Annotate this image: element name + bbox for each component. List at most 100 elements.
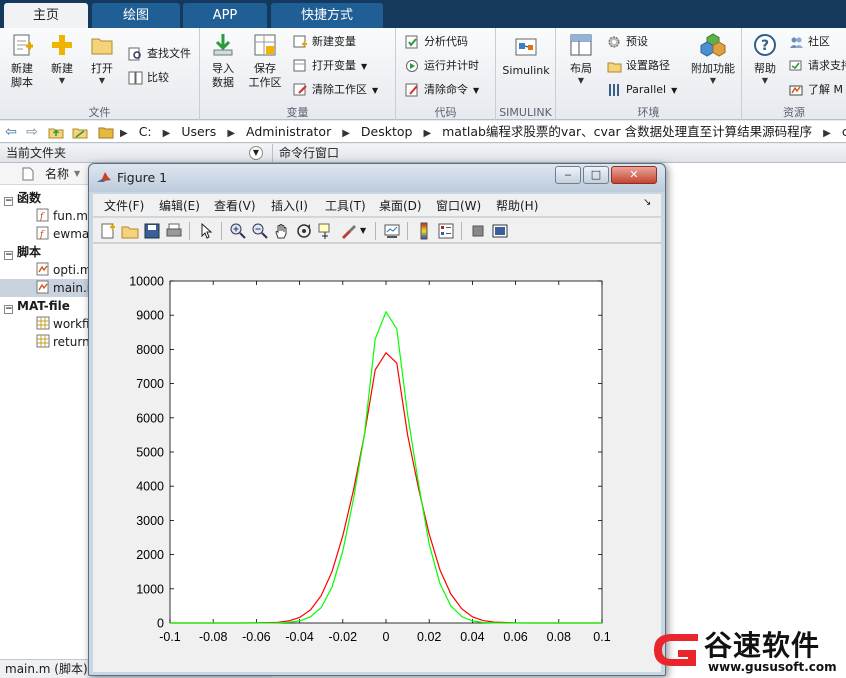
x-tick-label: -0.1 [159, 630, 181, 644]
figure-window: Figure 1 ‒ □ ✕ 文件(F) 编辑(E) 查看(V) 插入(I) 工… [88, 163, 666, 676]
menu-desktop[interactable]: 桌面(D) [379, 197, 422, 214]
brush-dropdown-icon[interactable]: ▼ [360, 222, 368, 240]
pointer-icon[interactable] [197, 222, 215, 240]
breadcrumb-item[interactable]: Users [181, 124, 216, 139]
run-and-time-button[interactable]: 运行并计时 [404, 56, 479, 76]
show-plot-tools-icon[interactable] [491, 222, 509, 240]
layout-label: 布局 [570, 62, 592, 75]
help-label: 帮助 [754, 62, 776, 75]
panel-menu-icon[interactable]: ▼ [249, 146, 263, 160]
figure-title: Figure 1 [117, 170, 168, 185]
hide-plot-tools-icon[interactable] [469, 222, 487, 240]
community-button[interactable]: 社区 [788, 32, 830, 52]
y-tick-label: 2000 [136, 548, 164, 562]
menu-tools[interactable]: 工具(T) [325, 197, 366, 214]
tree-item-return[interactable]: return [36, 333, 90, 351]
chevron-right-icon: ▶ [342, 128, 350, 139]
breadcrumb-item[interactable]: code [842, 124, 846, 139]
analyze-code-button[interactable]: 分析代码 [404, 32, 468, 52]
chevron-down-icon: ▼ [361, 62, 368, 71]
save-icon[interactable] [143, 222, 161, 240]
tab-shortcuts[interactable]: 快捷方式 [271, 3, 383, 28]
request-support-button[interactable]: 请求支持 [788, 56, 846, 76]
x-tick-label: -0.04 [285, 630, 314, 644]
set-path-button[interactable]: 设置路径 [606, 56, 670, 76]
close-button[interactable]: ✕ [611, 166, 657, 184]
tab-apps[interactable]: APP [183, 3, 267, 28]
collapse-icon[interactable]: − [4, 251, 13, 260]
new-plus-icon [52, 35, 72, 55]
tab-home[interactable]: 主页 [4, 3, 88, 28]
parallel-button[interactable]: Parallel ▼ [606, 80, 677, 100]
analyze-code-label: 分析代码 [424, 35, 468, 48]
learn-matlab-button[interactable]: 了解 M [788, 80, 843, 100]
sort-arrow-icon[interactable]: ▼ [74, 163, 80, 185]
menu-file[interactable]: 文件(F) [104, 197, 144, 214]
data-cursor-icon[interactable] [317, 222, 335, 240]
pan-hand-icon[interactable] [273, 222, 291, 240]
back-arrow-icon[interactable]: ⇦ [3, 124, 19, 140]
chevron-down-icon: ▼ [58, 76, 66, 85]
tree-item-opti[interactable]: opti.m [36, 261, 92, 279]
colorbar-icon[interactable] [415, 222, 433, 240]
clear-commands-button[interactable]: 清除命令 ▼ [404, 80, 479, 100]
x-tick-label: 0.1 [593, 630, 610, 644]
tree-group-label: 函数 [17, 191, 42, 205]
save-workspace-button[interactable]: 保存 工作区 [244, 32, 286, 90]
menu-view[interactable]: 查看(V) [214, 197, 256, 214]
link-plot-icon[interactable] [383, 222, 401, 240]
compare-button[interactable]: 比较 [127, 68, 169, 88]
clear-workspace-button[interactable]: 清除工作区 ▼ [292, 80, 378, 100]
zoom-out-icon[interactable] [251, 222, 269, 240]
new-button[interactable]: 新建 ▼ [41, 32, 83, 86]
menu-insert[interactable]: 插入(I) [271, 197, 308, 214]
tree-item-fun[interactable]: f fun.m [36, 207, 88, 225]
menu-dock-icon[interactable]: ↘ [643, 197, 651, 208]
figure-title-bar[interactable]: Figure 1 ‒ □ ✕ [89, 164, 665, 192]
request-support-label: 请求支持 [808, 59, 846, 72]
up-folder-icon[interactable] [48, 124, 64, 140]
y-tick-label: 0 [157, 617, 164, 631]
new-script-button[interactable]: 新建 脚本 [1, 32, 43, 90]
tab-plots[interactable]: 绘图 [92, 3, 180, 28]
zoom-in-icon[interactable] [229, 222, 247, 240]
menu-help[interactable]: 帮助(H) [496, 197, 538, 214]
open-file-icon[interactable] [121, 222, 139, 240]
preferences-button[interactable]: 预设 [606, 32, 648, 52]
collapse-icon[interactable]: − [4, 197, 13, 206]
rotate-3d-icon[interactable] [295, 222, 313, 240]
breadcrumb-item[interactable]: Desktop [361, 124, 413, 139]
collapse-icon[interactable]: − [4, 305, 13, 314]
name-column-label[interactable]: 名称 [45, 163, 69, 185]
tree-group-functions[interactable]: − 函数 [4, 189, 41, 207]
import-data-label: 导入 数据 [212, 62, 234, 89]
new-variable-button[interactable]: 新建变量 [292, 32, 356, 52]
open-variable-button[interactable]: 打开变量 ▼ [292, 56, 367, 76]
open-button[interactable]: 打开 ▼ [81, 32, 123, 86]
forward-arrow-icon[interactable]: ⇨ [24, 124, 40, 140]
legend-icon[interactable] [437, 222, 455, 240]
new-figure-icon[interactable] [99, 222, 117, 240]
breadcrumb-item[interactable]: Administrator [246, 124, 331, 139]
breadcrumb-item[interactable]: C: [139, 124, 152, 139]
y-tick-label: 9000 [136, 309, 164, 323]
menu-edit[interactable]: 编辑(E) [159, 197, 200, 214]
brush-icon[interactable] [339, 222, 357, 240]
help-button[interactable]: ? 帮助 ▼ [744, 32, 786, 86]
tree-group-label: 脚本 [17, 245, 42, 259]
browse-folder-icon[interactable] [72, 124, 88, 140]
menu-window[interactable]: 窗口(W) [436, 197, 481, 214]
tree-group-scripts[interactable]: − 脚本 [4, 243, 41, 261]
minimize-button[interactable]: ‒ [555, 166, 581, 184]
simulink-button[interactable]: Simulink [500, 34, 552, 78]
layout-button[interactable]: 布局 ▼ [560, 32, 602, 86]
print-icon[interactable] [165, 222, 183, 240]
addons-button[interactable]: 附加功能 ▼ [688, 32, 738, 86]
breadcrumb-item[interactable]: matlab编程求股票的var、cvar 含数据处理直至计算结果源码程序 [442, 124, 812, 139]
chevron-right-icon: ▶ [823, 128, 831, 139]
tree-group-mat-files[interactable]: − MAT-file [4, 297, 70, 315]
clear-commands-icon [405, 83, 418, 97]
maximize-button[interactable]: □ [583, 166, 609, 184]
find-files-button[interactable]: 查找文件 [127, 44, 191, 64]
import-data-button[interactable]: 导入 数据 [202, 32, 244, 90]
